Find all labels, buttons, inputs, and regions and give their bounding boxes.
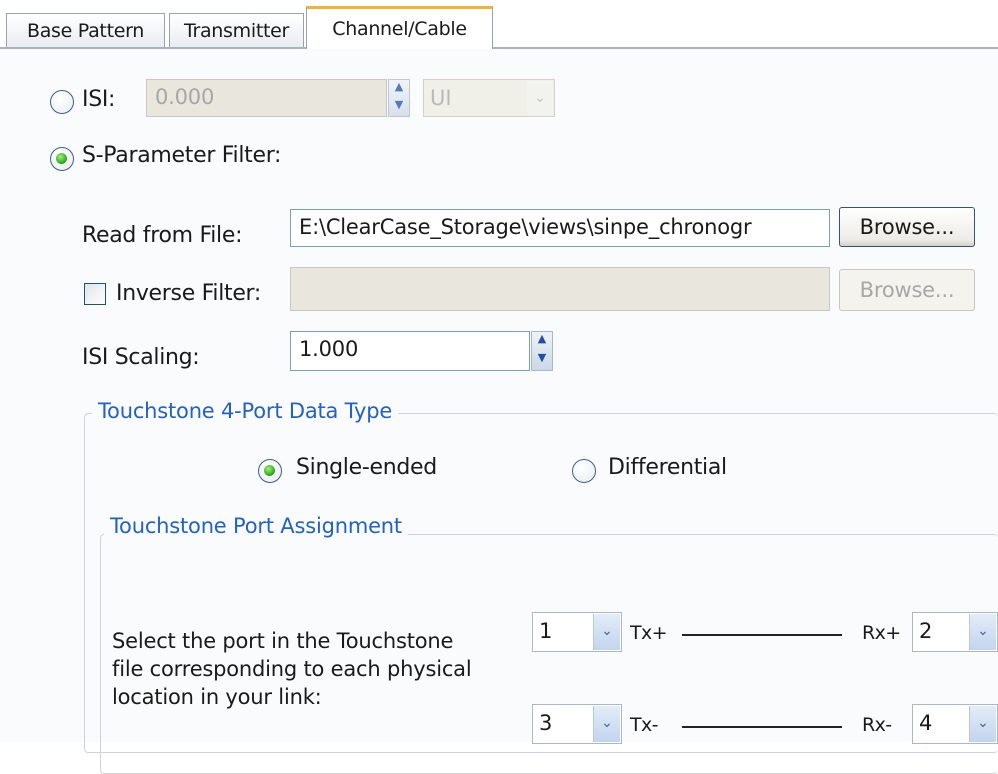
chevron-down-icon[interactable]: ⌄ bbox=[527, 81, 553, 115]
rx-minus-port-value: 4 bbox=[919, 711, 933, 735]
isi-scaling-label: ISI Scaling: bbox=[82, 345, 200, 370]
tab-transmitter[interactable]: Transmitter bbox=[169, 13, 304, 47]
tx-minus-port-select[interactable]: 3 ⌄ bbox=[532, 704, 622, 744]
rx-minus-label: Rx- bbox=[862, 714, 892, 736]
chevron-down-icon[interactable]: ⌄ bbox=[969, 614, 996, 650]
tx-plus-port-value: 1 bbox=[539, 619, 553, 643]
isi-label: ISI: bbox=[82, 87, 116, 112]
tx-minus-rx-minus-line bbox=[682, 726, 842, 728]
inverse-filter-checkbox[interactable] bbox=[84, 283, 106, 305]
single-ended-label: Single-ended bbox=[296, 455, 437, 480]
note-line: location in your link: bbox=[112, 685, 322, 709]
spin-up-icon[interactable]: ▲ bbox=[532, 332, 552, 351]
spin-up-icon[interactable]: ▲ bbox=[389, 80, 409, 98]
isi-scaling-spinner[interactable]: ▲ ▼ bbox=[531, 331, 553, 371]
isi-scaling-input[interactable]: 1.000 bbox=[290, 331, 530, 371]
data-type-group-title: Touchstone 4-Port Data Type bbox=[92, 399, 399, 423]
browse-button[interactable]: Browse... bbox=[839, 207, 975, 247]
spin-down-icon[interactable]: ▼ bbox=[532, 351, 552, 370]
inverse-filter-path-input[interactable] bbox=[290, 267, 830, 311]
tx-minus-label: Tx- bbox=[630, 714, 659, 736]
isi-unit-value: UI bbox=[430, 86, 452, 110]
rx-plus-port-select[interactable]: 2 ⌄ bbox=[912, 612, 998, 652]
single-ended-radio[interactable] bbox=[258, 459, 282, 483]
tab-channel-cable[interactable]: Channel/Cable bbox=[306, 6, 493, 49]
tx-plus-label: Tx+ bbox=[630, 622, 668, 644]
isi-spinner[interactable]: ▲ ▼ bbox=[388, 79, 410, 117]
note-line: Select the port in the Touchstone bbox=[112, 629, 454, 653]
read-from-file-label: Read from File: bbox=[82, 223, 243, 248]
tab-base-pattern[interactable]: Base Pattern bbox=[6, 13, 165, 47]
sparam-radio[interactable] bbox=[50, 147, 74, 171]
chevron-down-icon[interactable]: ⌄ bbox=[593, 614, 620, 650]
tx-minus-port-value: 3 bbox=[539, 711, 553, 735]
file-path-input[interactable]: E:\ClearCase_Storage\views\sinpe_chronog… bbox=[290, 209, 830, 247]
channel-cable-panel: ISI: 0.000 ▲ ▼ UI ⌄ S-Parameter Filter: … bbox=[0, 49, 998, 774]
note-line: file corresponding to each physical bbox=[112, 657, 472, 681]
chevron-down-icon[interactable]: ⌄ bbox=[593, 706, 620, 742]
inverse-browse-button[interactable]: Browse... bbox=[839, 269, 975, 311]
inverse-filter-label: Inverse Filter: bbox=[116, 281, 262, 306]
port-assignment-group-title: Touchstone Port Assignment bbox=[104, 514, 408, 538]
isi-value-input[interactable]: 0.000 bbox=[146, 79, 387, 117]
port-assignment-note: Select the port in the Touchstone file c… bbox=[112, 627, 472, 711]
isi-radio[interactable] bbox=[50, 90, 74, 114]
rx-plus-port-value: 2 bbox=[919, 619, 933, 643]
differential-radio[interactable] bbox=[572, 459, 596, 483]
sparam-label: S-Parameter Filter: bbox=[82, 143, 282, 168]
rx-minus-port-select[interactable]: 4 ⌄ bbox=[912, 704, 998, 744]
differential-label: Differential bbox=[608, 455, 727, 480]
isi-unit-select[interactable]: UI ⌄ bbox=[423, 79, 555, 117]
tx-plus-rx-plus-line bbox=[682, 634, 842, 636]
spin-down-icon[interactable]: ▼ bbox=[389, 98, 409, 116]
tx-plus-port-select[interactable]: 1 ⌄ bbox=[532, 612, 622, 652]
chevron-down-icon[interactable]: ⌄ bbox=[969, 706, 996, 742]
rx-plus-label: Rx+ bbox=[862, 622, 901, 644]
